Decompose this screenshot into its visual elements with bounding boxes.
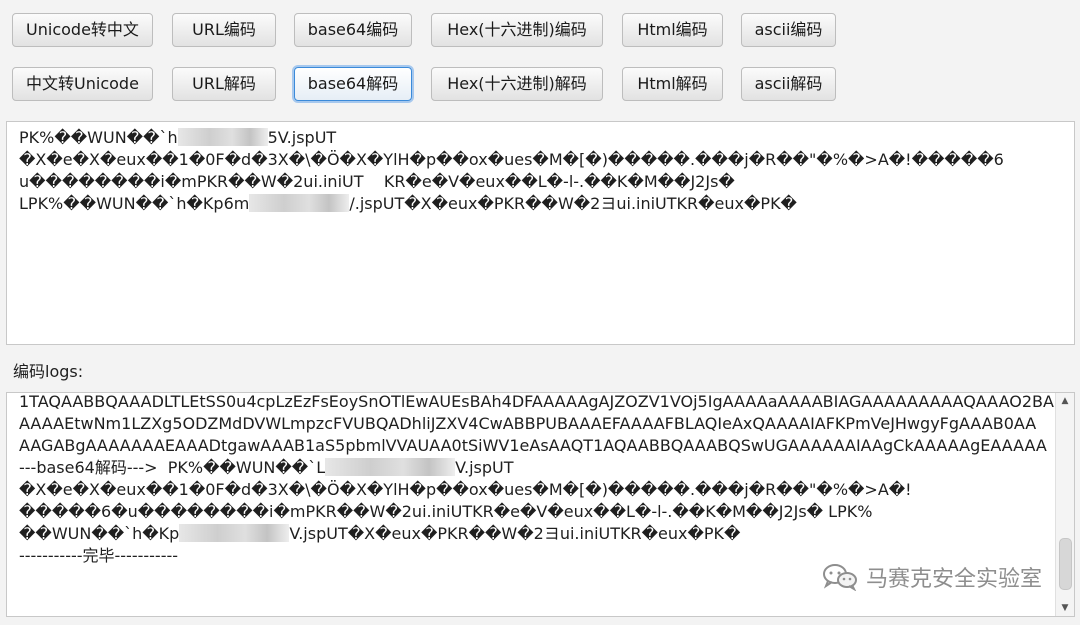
base64-decode-button[interactable]: base64解码 <box>294 67 412 101</box>
redacted-region <box>177 128 268 146</box>
scroll-up-icon[interactable]: ▲ <box>1056 393 1074 409</box>
watermark-text: 马赛克安全实验室 <box>865 567 1042 592</box>
output-text: 5V.jspUT <box>267 128 337 147</box>
output-line: LPK%��WUN��`h�Kp6m /.jspUT�X�eux�PKR��W�2… <box>19 193 1062 215</box>
output-line: u��������i�mPKR��W�2ui.iniUT KR�e�V�eux�… <box>19 172 735 191</box>
chinese-to-unicode-button[interactable]: 中文转Unicode <box>12 67 153 101</box>
html-encode-button[interactable]: Html编码 <box>622 13 723 47</box>
log-line: ��WUN��`h�Kp V.jspUT�X�eux�PKR��W�2ヨui.in… <box>19 523 1052 545</box>
log-line: AAGABgAAAAAAAEAAADtgawAAAB1aS5pbmlVVAUAA… <box>19 436 1047 455</box>
log-text: ��WUN��`h�Kp <box>19 524 180 543</box>
redacted-region <box>249 194 350 212</box>
logs-scrollbar[interactable]: ▲ ▼ <box>1055 393 1074 616</box>
output-text: LPK%��WUN��`h�Kp6m <box>19 194 250 213</box>
base64-encode-button[interactable]: base64编码 <box>294 13 412 47</box>
redacted-region <box>179 524 290 542</box>
url-encode-button[interactable]: URL编码 <box>172 13 276 47</box>
log-text: ---base64解码---> PK%��WUN��`L <box>19 458 326 477</box>
log-line: AAAAEtwNm1LZXg5ODZMdDVWLmpzcFVUBQADhliJZ… <box>19 414 1037 433</box>
hex-encode-button[interactable]: Hex(十六进制)编码 <box>431 13 603 47</box>
log-text: V.jspUT <box>455 458 514 477</box>
output-text: /.jspUT�X�eux�PKR��W�2ヨui.iniUTKR�eux�PK… <box>349 194 797 213</box>
watermark: 马赛克安全实验室 <box>822 560 1042 594</box>
html-decode-button[interactable]: Html解码 <box>622 67 723 101</box>
redacted-region <box>325 458 456 476</box>
wechat-icon <box>822 563 858 592</box>
scroll-down-icon[interactable]: ▼ <box>1056 600 1074 616</box>
ascii-encode-button[interactable]: ascii编码 <box>741 13 836 47</box>
url-decode-button[interactable]: URL解码 <box>172 67 276 101</box>
scroll-thumb[interactable] <box>1059 538 1072 590</box>
log-line: �X�e�X�eux��1�0F�d�3X�\�Ö�X�YlH�p��ox�ue… <box>19 480 912 499</box>
output-line: PK%��WUN��`h 5V.jspUT <box>19 127 1062 149</box>
output-textarea[interactable]: PK%��WUN��`h 5V.jspUT �X�e�X�eux��1�0F�d�… <box>6 121 1075 345</box>
logs-content: 1TAQAABBQAAADLTLEtSS0u4cpLzEzFsEoySnOTlE… <box>19 392 1054 567</box>
hex-decode-button[interactable]: Hex(十六进制)解码 <box>431 67 603 101</box>
log-line: �����6�u��������i�mPKR��W�2ui.iniUTKR�e�… <box>19 502 873 521</box>
ascii-decode-button[interactable]: ascii解码 <box>741 67 836 101</box>
unicode-to-chinese-button[interactable]: Unicode转中文 <box>12 13 153 47</box>
output-text: PK%��WUN��`h <box>19 128 178 147</box>
log-line: 1TAQAABBQAAADLTLEtSS0u4cpLzEzFsEoySnOTlE… <box>19 392 1054 411</box>
logs-label: 编码logs: <box>13 362 84 381</box>
output-line: �X�e�X�eux��1�0F�d�3X�\�Ö�X�YlH�p��ox�ue… <box>19 150 1004 169</box>
log-text: V.jspUT�X�eux�PKR��W�2ヨui.iniUTKR�eux�PK… <box>289 524 741 543</box>
log-line: ---base64解码---> PK%��WUN��`L V.jspUT <box>19 457 1052 479</box>
